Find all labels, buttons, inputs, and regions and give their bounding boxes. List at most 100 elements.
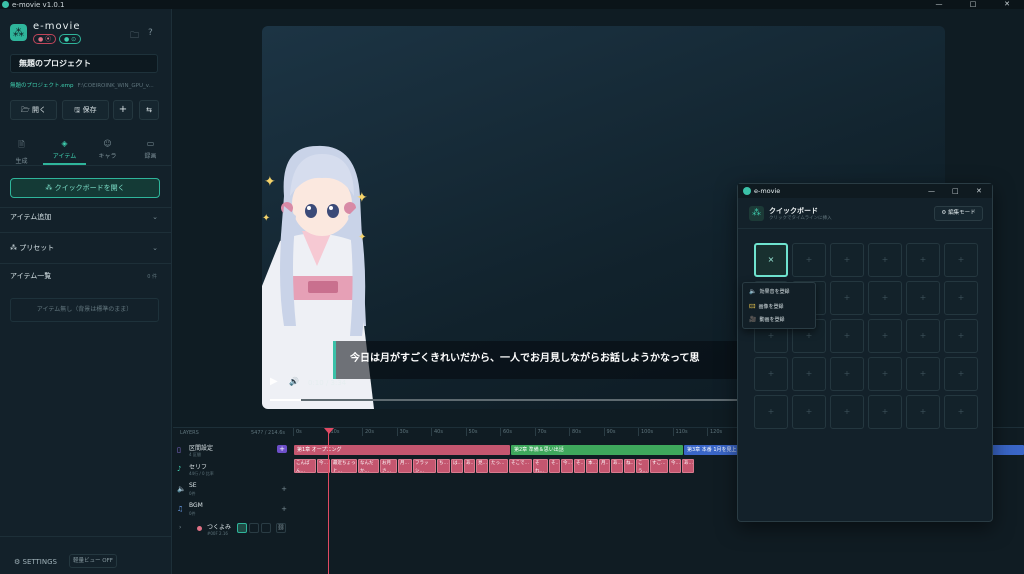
align-center-button[interactable]	[249, 523, 259, 533]
quickboard-cell[interactable]: +	[868, 281, 902, 315]
line-clip[interactable]: フラッシ…	[413, 459, 436, 473]
tab-character[interactable]: ☺ キャラ	[86, 133, 129, 165]
quickboard-cell[interactable]: +	[906, 357, 940, 391]
save-button[interactable]: 🖫 保存	[62, 100, 109, 120]
tab-generate[interactable]: 🗎 生成	[0, 133, 43, 165]
volume-icon[interactable]: 🔊	[289, 377, 299, 386]
line-clip[interactable]: あ…	[682, 459, 694, 473]
line-clip[interactable]: すご…	[650, 459, 668, 473]
line-clip[interactable]: たっ…	[489, 459, 508, 473]
quickboard-cell[interactable]: +	[944, 243, 978, 277]
quickboard-cell[interactable]: +	[944, 281, 978, 315]
line-clip[interactable]: 月…	[599, 459, 610, 473]
add-se-button[interactable]: +	[281, 485, 287, 493]
register-video-item[interactable]: 🎥 動画を登録	[749, 316, 785, 323]
maximize-button[interactable]: □	[956, 0, 990, 9]
playhead[interactable]	[328, 428, 329, 574]
close-button[interactable]: ✕	[990, 0, 1024, 9]
quickboard-cell[interactable]: +	[868, 357, 902, 391]
maximize-button[interactable]: □	[952, 184, 959, 198]
playhead-handle[interactable]	[324, 428, 334, 434]
character-color-dot	[197, 526, 202, 531]
light-view-toggle[interactable]: 軽量ビュー OFF	[69, 554, 117, 568]
swap-button[interactable]: ⇆	[139, 100, 159, 120]
quickboard-cell[interactable]: +	[906, 281, 940, 315]
line-clip[interactable]: それ…	[533, 459, 548, 473]
minimize-button[interactable]: —	[922, 0, 956, 9]
folder-icon[interactable]: 🗀	[130, 28, 139, 44]
line-clip[interactable]: 最近ちょっと…	[331, 459, 357, 473]
quickboard-cell[interactable]: +	[830, 281, 864, 315]
close-button[interactable]: ✕	[976, 184, 982, 198]
line-clip[interactable]: そ…	[549, 459, 560, 473]
quickboard-cell[interactable]: +	[830, 319, 864, 353]
line-clip[interactable]: こんばん…	[294, 459, 316, 473]
quickboard-cell[interactable]: +	[830, 357, 864, 391]
section-icon: ▯	[177, 446, 181, 454]
section-segment[interactable]: 第1章 オープニング	[294, 445, 510, 455]
line-clip[interactable]: そ…	[574, 459, 585, 473]
open-button[interactable]: 🗁 開く	[10, 100, 57, 120]
settings-button[interactable]: ⚙ SETTINGS	[14, 558, 57, 566]
status-pill-green[interactable]: ● ⊙	[59, 34, 82, 44]
line-clip[interactable]: こう…	[636, 459, 649, 473]
register-image-item[interactable]: 🖾 画像を登録	[749, 302, 784, 312]
play-icon[interactable]: ▶	[270, 376, 278, 387]
chevron-right-icon[interactable]: ›	[179, 524, 181, 531]
preset-section[interactable]: ⁂ プリセット ⌄	[10, 240, 160, 256]
quickboard-cell[interactable]: +	[906, 319, 940, 353]
project-title-field[interactable]: 無題のプロジェクト	[10, 54, 158, 73]
quickboard-cell[interactable]: +	[944, 357, 978, 391]
layer-lines[interactable]: ♪ セリフ 44行 / 0 比率	[173, 460, 293, 479]
line-clip[interactable]: あ…	[611, 459, 623, 473]
quickboard-cell-active[interactable]: ×	[754, 243, 788, 277]
tab-items[interactable]: ◈ アイテム	[43, 133, 86, 165]
layer-character[interactable]: › つくよみ #00F 2.16 ⛓	[173, 520, 293, 539]
line-clip[interactable]: 月…	[398, 459, 412, 473]
add-button[interactable]: +	[113, 100, 133, 120]
tab-record[interactable]: ▭ 録画	[129, 133, 172, 165]
align-left-button[interactable]	[237, 523, 247, 533]
link-icon[interactable]: ⛓	[276, 523, 286, 533]
speaker-icon: 🔈	[749, 288, 757, 295]
edit-mode-button[interactable]: ⚙ 編集モード	[934, 206, 983, 221]
line-clip[interactable]: 今…	[561, 459, 573, 473]
line-clip[interactable]: ね…	[624, 459, 635, 473]
quickboard-cell[interactable]: +	[906, 243, 940, 277]
open-quickboard-button[interactable]: ⁂ クイックボードを開く	[10, 178, 160, 198]
help-icon[interactable]: ?	[148, 28, 153, 38]
quickboard-cell[interactable]: +	[754, 395, 788, 429]
quickboard-cell[interactable]: +	[792, 395, 826, 429]
layer-se[interactable]: 🔈 SE 0件 +	[173, 480, 293, 499]
quickboard-cell[interactable]: +	[830, 395, 864, 429]
layer-bgm[interactable]: ♫ BGM 0件 +	[173, 500, 293, 519]
line-clip[interactable]: そこで…	[509, 459, 532, 473]
line-clip[interactable]: ち…	[437, 459, 450, 473]
quickboard-cell[interactable]: +	[868, 243, 902, 277]
quickboard-cell[interactable]: +	[830, 243, 864, 277]
line-clip[interactable]: 本…	[586, 459, 598, 473]
line-clip[interactable]: は…	[451, 459, 463, 473]
add-section-button[interactable]: +	[277, 445, 287, 453]
status-pill-red[interactable]: ● ⦿	[33, 34, 57, 44]
add-bgm-button[interactable]: +	[281, 505, 287, 513]
line-clip[interactable]: 見…	[476, 459, 488, 473]
quickboard-cell[interactable]: +	[754, 357, 788, 391]
quickboard-cell[interactable]: +	[868, 395, 902, 429]
quickboard-cell[interactable]: +	[792, 243, 826, 277]
section-segment[interactable]: 第2章 準備＆思い出話	[511, 445, 683, 455]
quickboard-cell[interactable]: +	[944, 319, 978, 353]
quickboard-cell[interactable]: +	[944, 395, 978, 429]
line-clip[interactable]: なんだか…	[358, 459, 379, 473]
quickboard-cell[interactable]: +	[792, 357, 826, 391]
quickboard-cell[interactable]: +	[868, 319, 902, 353]
line-clip[interactable]: お月さ…	[380, 459, 397, 473]
layer-sections[interactable]: ▯ 区間設定 4 区間 +	[173, 441, 293, 460]
item-add-section[interactable]: アイテム追加 ⌄	[10, 209, 160, 225]
line-clip[interactable]: 今…	[669, 459, 681, 473]
align-right-button[interactable]	[261, 523, 271, 533]
line-clip[interactable]: あ…	[464, 459, 475, 473]
quickboard-cell[interactable]: +	[906, 395, 940, 429]
register-se-item[interactable]: 🔈 効果音を登録	[749, 288, 790, 295]
minimize-button[interactable]: —	[928, 184, 935, 198]
